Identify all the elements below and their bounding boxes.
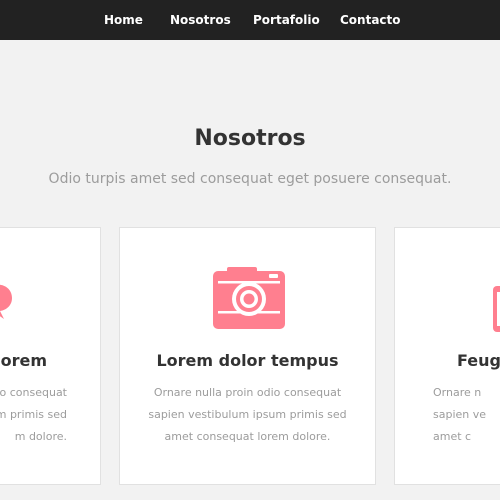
phone-icon [493,286,500,332]
section-subtitle: Odio turpis amet sed consequat eget posu… [48,171,452,187]
page: Home Nosotros Portafolio Contacto Nosotr… [0,0,500,500]
nav-link-contacto[interactable]: Contacto [340,0,401,40]
card-title: Lorem dolor tempus [156,351,339,370]
feature-card: Feugi Ornare n sapien ve amet c [394,227,500,485]
feature-card: orem o consequat m primis sed m dolore. [0,227,101,485]
speech-bubble-icon [0,284,12,319]
card-title: Feugi [457,351,500,370]
card-text: Ornare n sapien ve amet c [433,386,487,443]
nav-link-nosotros[interactable]: Nosotros [170,0,231,40]
section-title: Nosotros [194,126,306,151]
nav-link-portafolio[interactable]: Portafolio [253,0,320,40]
card-title: orem [0,351,47,370]
feature-card: Lorem dolor tempus Ornare nulla proin od… [119,227,376,485]
nav-link-home[interactable]: Home [104,0,143,40]
camera-icon [213,267,285,329]
top-navbar: Home Nosotros Portafolio Contacto [0,0,500,40]
card-text: o consequat m primis sed m dolore. [0,386,67,443]
card-text: Ornare nulla proin odio consequat sapien… [148,386,347,443]
